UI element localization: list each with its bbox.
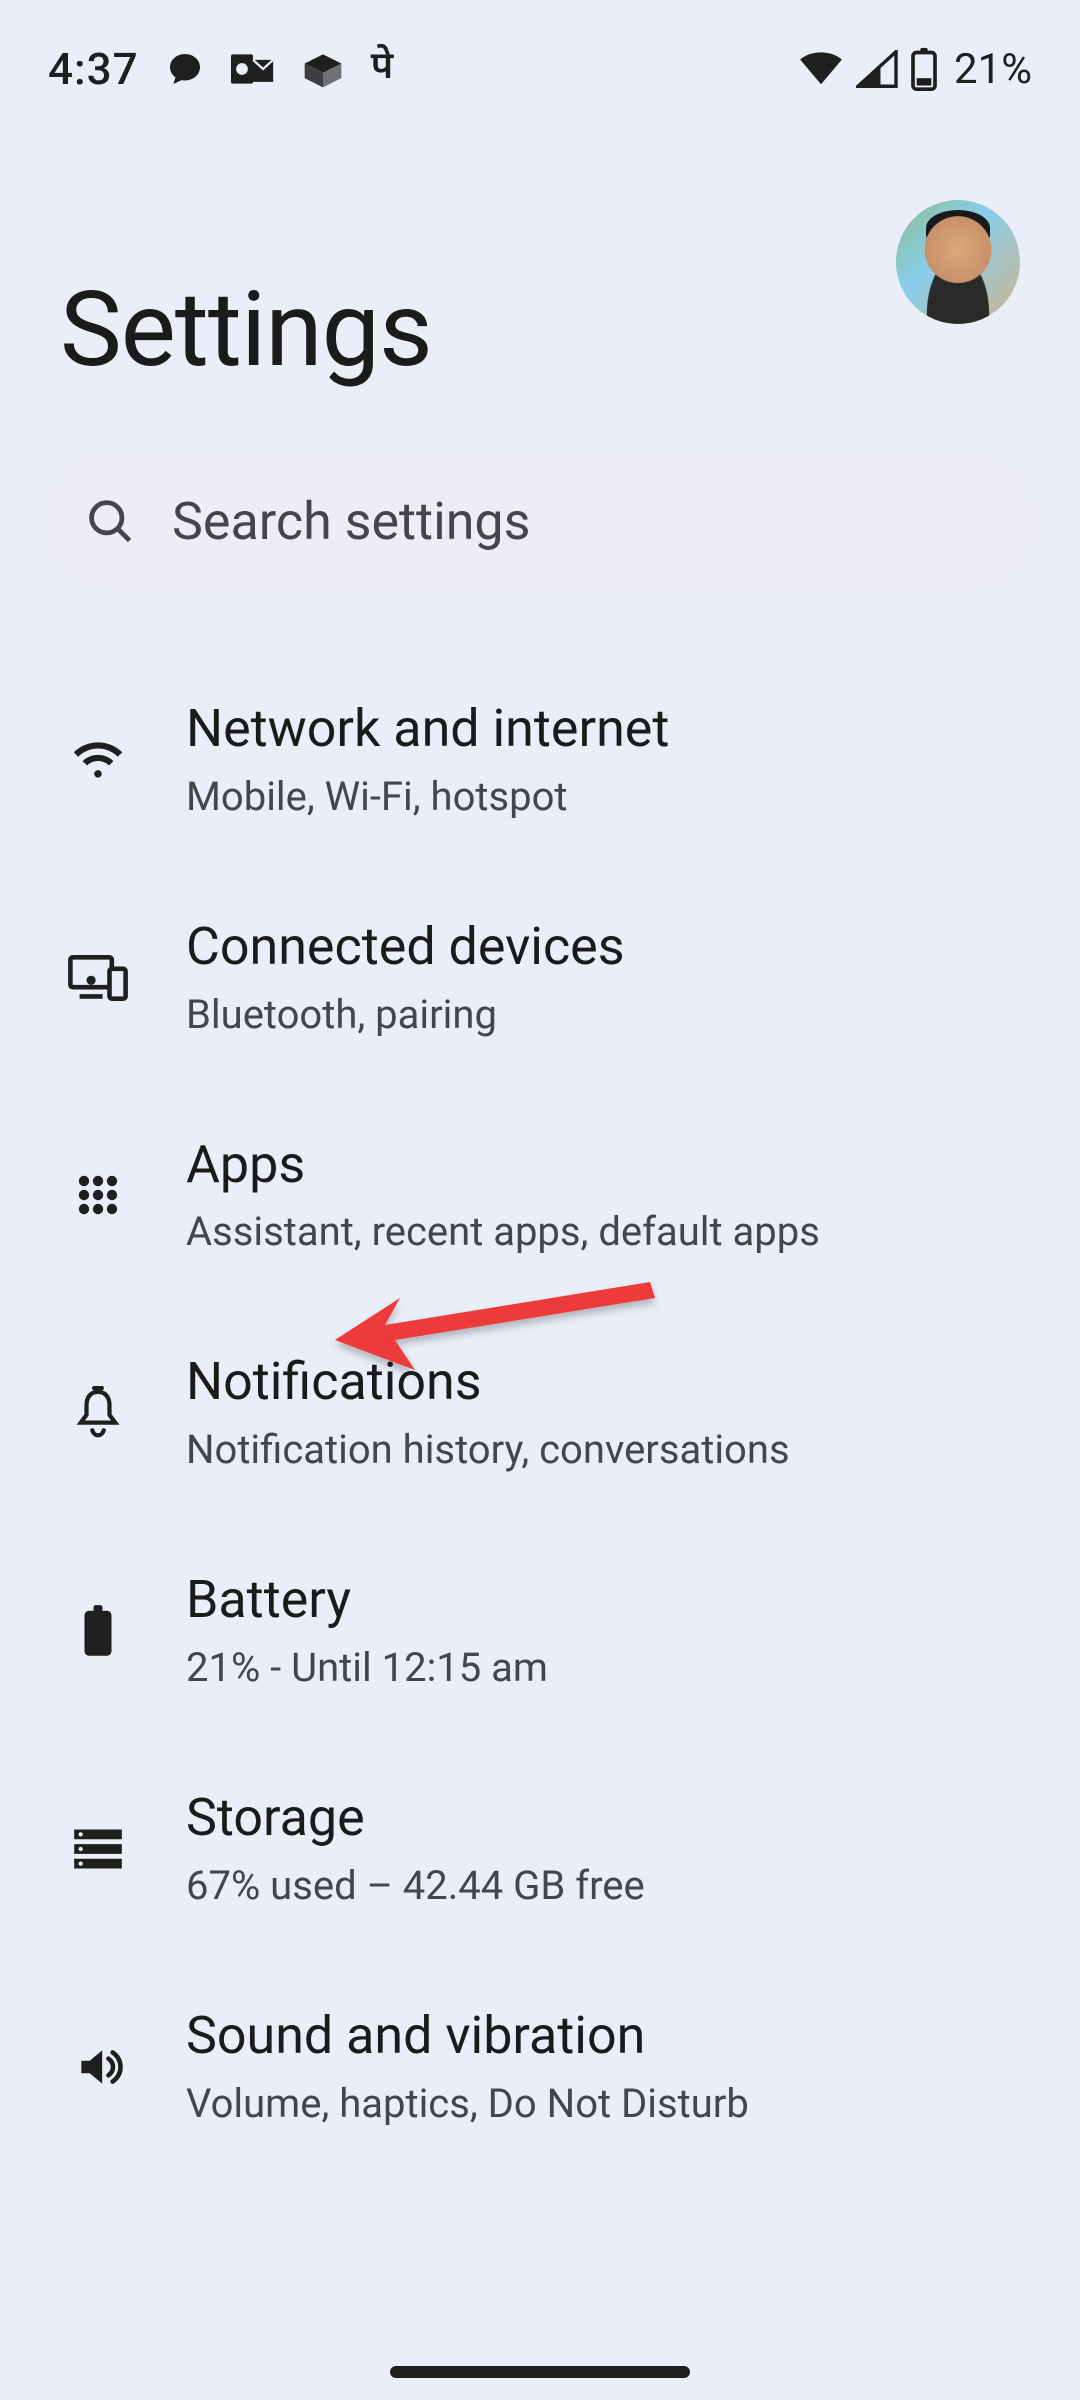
status-left: 4:37 पे [48,43,393,95]
status-bar: 4:37 पे 21% [0,0,1080,110]
item-subtitle: Notification history, conversations [186,1426,1040,1474]
devices-icon [68,955,128,1001]
page-title: Settings [60,270,1020,391]
status-right: 21% [798,45,1032,94]
pe-icon: पे [371,44,394,94]
settings-list: Network and internet Mobile, Wi-Fi, hots… [0,591,1080,2176]
item-sound-vibration[interactable]: Sound and vibration Volume, haptics, Do … [0,1958,1080,2176]
search-bar[interactable]: Search settings [40,451,1040,591]
item-apps[interactable]: Apps Assistant, recent apps, default app… [0,1087,1080,1305]
item-subtitle: Bluetooth, pairing [186,991,1040,1039]
wifi-icon [70,738,126,782]
bell-icon [75,1386,121,1440]
item-subtitle: Mobile, Wi-Fi, hotspot [186,773,1040,821]
item-subtitle: Volume, haptics, Do Not Disturb [186,2080,1040,2128]
item-notifications[interactable]: Notifications Notification history, conv… [0,1304,1080,1522]
storage-icon [72,1827,124,1871]
header: Settings [0,110,1080,451]
status-time: 4:37 [48,43,139,95]
item-title: Sound and vibration [186,2006,1040,2066]
cell-signal-icon [856,50,898,88]
box-icon [301,49,345,89]
search-placeholder: Search settings [172,491,530,552]
item-subtitle: 21% - Until 12:15 am [186,1644,1040,1692]
wifi-status-icon [798,50,844,88]
outlook-icon [231,49,275,89]
nav-handle[interactable] [390,2366,690,2378]
battery-status-icon [910,47,938,91]
item-battery[interactable]: Battery 21% - Until 12:15 am [0,1522,1080,1740]
search-icon [84,495,136,547]
item-title: Storage [186,1788,1040,1848]
item-title: Apps [186,1135,1040,1195]
item-network-internet[interactable]: Network and internet Mobile, Wi-Fi, hots… [0,651,1080,869]
profile-avatar[interactable] [896,200,1020,324]
battery-percent: 21% [954,45,1032,94]
item-title: Notifications [186,1352,1040,1412]
item-title: Battery [186,1570,1040,1630]
item-title: Network and internet [186,699,1040,759]
item-title: Connected devices [186,917,1040,977]
chat-icon [165,49,205,89]
item-subtitle: Assistant, recent apps, default apps [186,1208,1040,1256]
battery-icon [81,1604,115,1658]
item-connected-devices[interactable]: Connected devices Bluetooth, pairing [0,869,1080,1087]
apps-icon [74,1171,122,1219]
sound-icon [72,2042,124,2092]
item-storage[interactable]: Storage 67% used – 42.44 GB free [0,1740,1080,1958]
item-subtitle: 67% used – 42.44 GB free [186,1862,1040,1910]
